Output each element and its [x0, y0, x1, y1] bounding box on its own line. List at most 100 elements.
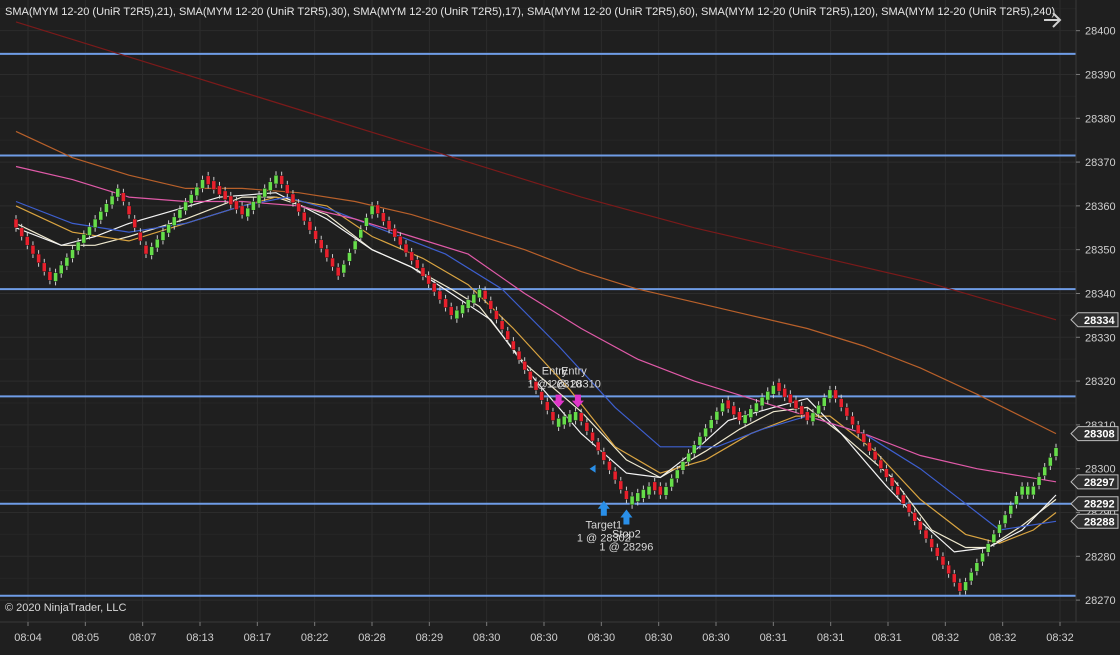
candle-body — [104, 203, 109, 213]
price-tag-label: 28334 — [1084, 315, 1115, 327]
candle-body — [448, 306, 454, 316]
x-tick-label: 08:31 — [760, 632, 788, 644]
x-tick-label: 08:05 — [72, 632, 100, 644]
candle-body — [386, 220, 392, 230]
candle-body — [64, 257, 70, 267]
candle-body — [1002, 514, 1008, 524]
candle-body — [833, 389, 838, 399]
candle-body — [171, 216, 177, 226]
candle-body — [460, 304, 465, 314]
candle-body — [855, 424, 861, 434]
candle-body — [985, 543, 991, 553]
candle-body — [929, 538, 934, 548]
candle-body — [912, 512, 917, 522]
candle-body — [624, 490, 629, 500]
x-tick-label: 08:29 — [416, 632, 444, 644]
candle-body — [708, 419, 714, 429]
y-tick-label: 28360 — [1085, 201, 1116, 213]
candle-body — [358, 228, 364, 239]
candle-body — [381, 212, 386, 222]
candle-body — [957, 582, 963, 592]
x-tick-label: 08:22 — [301, 632, 329, 644]
copyright-text: © 2020 NinjaTrader, LLC — [5, 602, 126, 614]
candle-body — [409, 251, 414, 261]
candle-body — [635, 492, 641, 502]
candle-body — [607, 461, 612, 471]
y-tick-label: 28280 — [1085, 551, 1116, 563]
candle-body — [901, 494, 906, 504]
candle-body — [92, 218, 98, 229]
x-tick-label: 08:32 — [932, 632, 960, 644]
candle-body — [816, 404, 821, 415]
candle-body — [482, 290, 488, 300]
candle-body — [584, 422, 590, 432]
candle-body — [691, 444, 697, 454]
candle-body — [98, 211, 104, 221]
candle-body — [273, 174, 279, 185]
price-tag-label: 28292 — [1084, 499, 1115, 511]
candle-body — [115, 188, 121, 198]
candle-body — [1008, 505, 1014, 515]
candle-body — [935, 547, 940, 557]
x-tick-label: 08:31 — [874, 632, 902, 644]
candle-body — [1042, 466, 1047, 476]
candle-body — [889, 477, 895, 487]
price-tag-label: 28308 — [1084, 429, 1115, 441]
candle-body — [703, 427, 708, 438]
candle-body — [974, 562, 980, 572]
candle-body — [641, 489, 646, 499]
candle-body — [222, 190, 228, 200]
y-tick-label: 28320 — [1085, 376, 1116, 388]
candle-body — [799, 405, 804, 415]
x-tick-label: 08:07 — [129, 632, 157, 644]
candle-body — [494, 310, 499, 320]
candle-body — [578, 412, 584, 422]
y-tick-label: 28400 — [1085, 26, 1116, 38]
x-tick-label: 08:32 — [989, 632, 1017, 644]
candle-body — [742, 414, 748, 424]
y-tick-label: 28270 — [1085, 595, 1116, 607]
candle-body — [256, 194, 262, 204]
candle-body — [126, 205, 132, 215]
x-tick-label: 08:31 — [817, 632, 845, 644]
candle-body — [731, 405, 737, 415]
candle-body — [567, 413, 573, 423]
candle-body — [318, 239, 324, 249]
candle-body — [618, 480, 624, 490]
arrow-right-icon[interactable] — [1040, 8, 1066, 32]
candle-body — [997, 524, 1002, 534]
candle-body — [341, 264, 347, 274]
candle-body — [968, 571, 974, 582]
entry-qty: 1 @ 28310 — [547, 379, 601, 391]
y-tick-label: 28370 — [1085, 157, 1116, 169]
candle-body — [155, 238, 160, 249]
candle-body — [443, 298, 448, 308]
x-tick-label: 08:13 — [186, 632, 214, 644]
candle-body — [177, 209, 183, 219]
candle-body — [629, 495, 635, 506]
candle-body — [234, 200, 239, 210]
y-tick-label: 28350 — [1085, 245, 1116, 257]
candle-body — [1025, 485, 1031, 496]
exit-qty: 1 @ 28296 — [599, 541, 653, 553]
candle-body — [437, 290, 443, 300]
candle-body — [415, 259, 420, 269]
candle-body — [782, 388, 787, 398]
candle-body — [420, 267, 426, 277]
candle-body — [810, 412, 816, 422]
candle-body — [652, 481, 657, 491]
candle-body — [771, 385, 776, 395]
candle-body — [1053, 447, 1059, 457]
candle-body — [878, 459, 884, 469]
price-tag-label: 28297 — [1084, 477, 1115, 489]
candle-body — [13, 218, 19, 229]
candle-body — [850, 415, 855, 426]
candle-body — [403, 243, 409, 254]
x-tick-label: 08:30 — [645, 632, 673, 644]
candle-body — [47, 271, 53, 281]
x-tick-label: 08:28 — [358, 632, 386, 644]
candle-body — [36, 253, 41, 264]
y-tick-label: 28390 — [1085, 69, 1116, 81]
candle-body — [946, 564, 951, 575]
candle-body — [53, 272, 58, 282]
